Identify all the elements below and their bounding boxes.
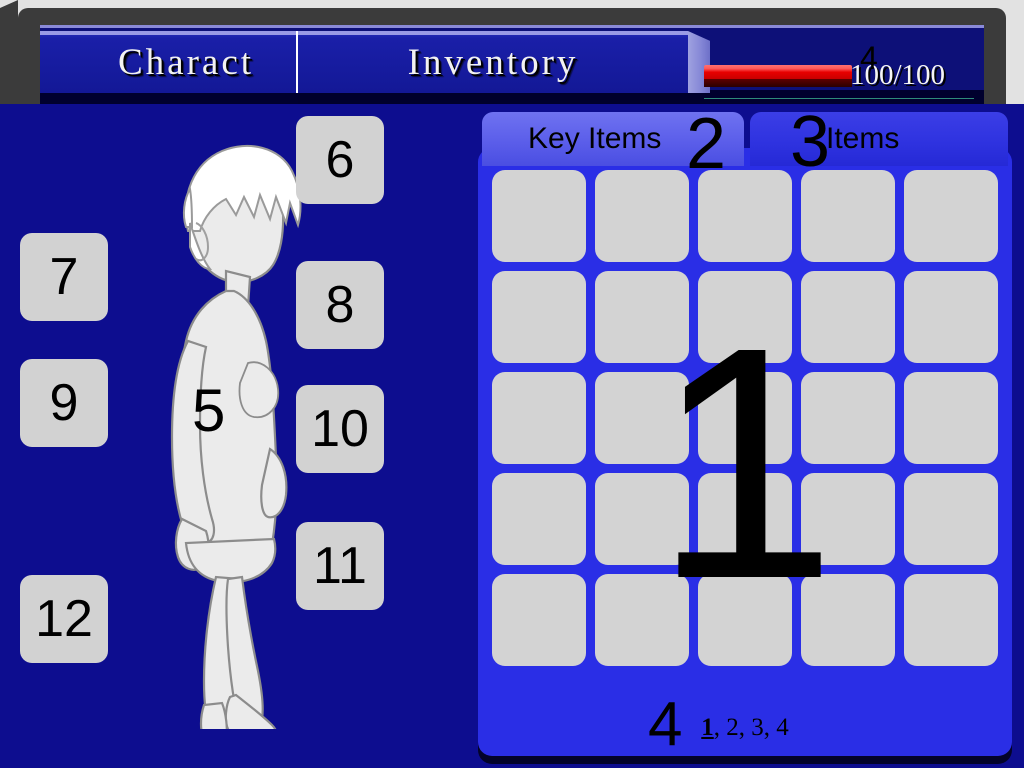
item-slot[interactable] xyxy=(698,473,792,565)
item-slot[interactable] xyxy=(492,271,586,363)
hp-bar-base xyxy=(704,79,852,87)
item-slot[interactable] xyxy=(698,271,792,363)
item-slot[interactable] xyxy=(698,574,792,666)
equipment-slot-7[interactable]: 7 xyxy=(20,233,108,321)
item-slot[interactable] xyxy=(801,271,895,363)
item-slot[interactable] xyxy=(801,170,895,262)
item-slot[interactable] xyxy=(595,170,689,262)
menu-tab-character[interactable]: Charact xyxy=(40,31,298,93)
equipment-slot-8-label: 8 xyxy=(325,276,355,334)
item-slot[interactable] xyxy=(595,372,689,464)
window-frame: Charact Inventory 100/100 4 xyxy=(0,0,1024,104)
item-tab-items-label: Items xyxy=(826,122,900,155)
item-slot[interactable] xyxy=(492,473,586,565)
pagination-page-4[interactable]: 4 xyxy=(776,714,789,741)
menu-bar-highlight xyxy=(40,25,984,28)
item-grid xyxy=(492,170,998,666)
pagination-separator: , xyxy=(738,714,752,741)
hp-value-label: 100/100 xyxy=(850,59,946,91)
item-slot[interactable] xyxy=(904,574,998,666)
equipment-slot-11-label: 11 xyxy=(313,537,367,595)
equipment-slot-12-label: 12 xyxy=(35,590,93,648)
equipment-slot-10[interactable]: 10 xyxy=(296,385,384,473)
pagination-page-2[interactable]: 2 xyxy=(726,714,739,741)
item-slot[interactable] xyxy=(904,473,998,565)
item-grid-panel: 1 1, 2, 3, 4 xyxy=(478,148,1012,756)
item-slot[interactable] xyxy=(492,170,586,262)
status-divider xyxy=(704,98,974,99)
item-slot[interactable] xyxy=(904,271,998,363)
equipment-slot-7-label: 7 xyxy=(49,248,79,306)
item-slot[interactable] xyxy=(595,271,689,363)
item-slot[interactable] xyxy=(492,372,586,464)
frame-edge-left xyxy=(0,0,18,104)
pagination-page-1[interactable]: 1 xyxy=(701,714,714,741)
equipment-slot-12[interactable]: 12 xyxy=(20,575,108,663)
item-panel-wrapper: Key Items Items 1 1, 2, 3, 4 xyxy=(478,112,1012,756)
item-slot[interactable] xyxy=(698,372,792,464)
equipment-slot-6-label: 6 xyxy=(325,131,355,189)
body-slot-label: 5 xyxy=(192,377,226,444)
menu-tab-character-label: Charact xyxy=(118,41,255,83)
item-slot[interactable] xyxy=(904,372,998,464)
item-tab-key-items[interactable]: Key Items xyxy=(482,112,744,166)
item-slot[interactable] xyxy=(801,372,895,464)
menu-tab-inventory-label: Inventory xyxy=(407,41,579,83)
item-slot[interactable] xyxy=(595,574,689,666)
hp-bar xyxy=(704,65,852,87)
equipment-slot-8[interactable]: 8 xyxy=(296,261,384,349)
pagination-page-3[interactable]: 3 xyxy=(751,714,764,741)
item-tab-key-items-label: Key Items xyxy=(528,122,662,155)
equipment-slot-9-label: 9 xyxy=(49,374,79,432)
equipment-slot-11[interactable]: 11 xyxy=(296,522,384,610)
equipment-slot-10-label: 10 xyxy=(311,400,369,458)
pagination-separator: , xyxy=(713,714,727,741)
menu-tab-inventory[interactable]: Inventory xyxy=(298,31,688,93)
status-hp-area: 100/100 xyxy=(700,31,984,99)
item-slot[interactable] xyxy=(801,574,895,666)
equipment-slot-6[interactable]: 6 xyxy=(296,116,384,204)
pagination: 1, 2, 3, 4 xyxy=(478,714,1012,742)
character-pane: 5 6 7 8 9 10 11 12 xyxy=(0,104,470,768)
menu-tab-shadow xyxy=(298,93,710,104)
equipment-slot-9[interactable]: 9 xyxy=(20,359,108,447)
item-slot[interactable] xyxy=(492,574,586,666)
item-slot[interactable] xyxy=(595,473,689,565)
item-tab-items[interactable]: Items xyxy=(750,112,1008,166)
item-slot[interactable] xyxy=(698,170,792,262)
item-slot[interactable] xyxy=(904,170,998,262)
item-slot[interactable] xyxy=(801,473,895,565)
game-menu-screen: Charact Inventory 100/100 4 5 6 7 8 9 10… xyxy=(0,0,1024,768)
pagination-separator: , xyxy=(763,714,777,741)
